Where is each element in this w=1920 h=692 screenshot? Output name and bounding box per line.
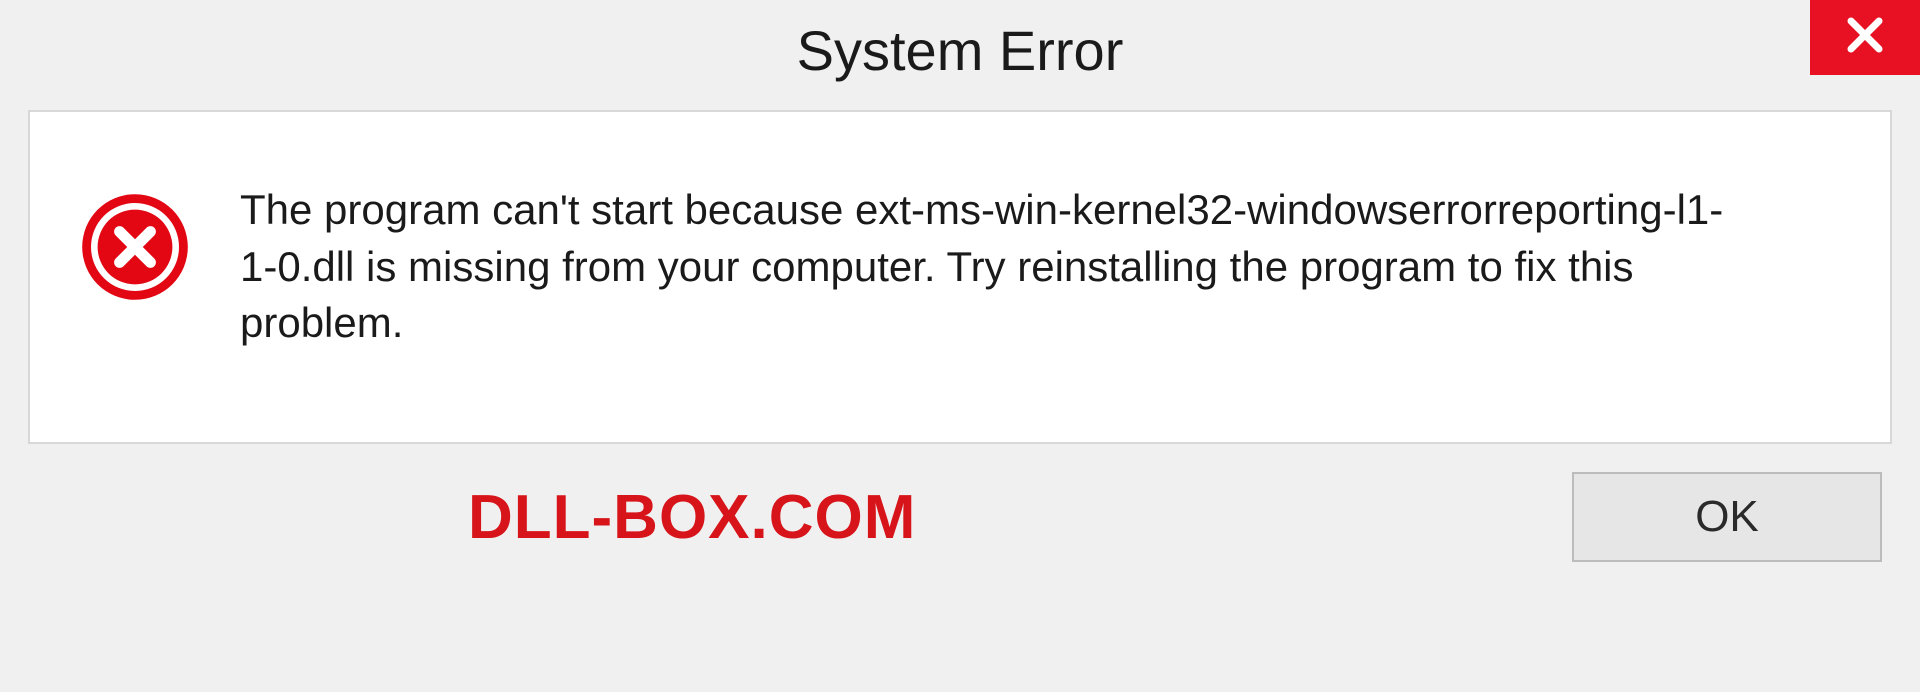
error-message: The program can't start because ext-ms-w… bbox=[240, 182, 1740, 352]
close-icon bbox=[1841, 11, 1889, 64]
ok-button[interactable]: OK bbox=[1572, 472, 1882, 562]
titlebar: System Error bbox=[0, 0, 1920, 100]
error-icon bbox=[80, 192, 190, 302]
footer: DLL-BOX.COM OK bbox=[28, 472, 1892, 562]
dialog-title: System Error bbox=[797, 18, 1124, 83]
close-button[interactable] bbox=[1810, 0, 1920, 75]
content-panel: The program can't start because ext-ms-w… bbox=[28, 110, 1892, 444]
ok-button-label: OK bbox=[1695, 492, 1759, 542]
watermark-text: DLL-BOX.COM bbox=[468, 482, 916, 553]
